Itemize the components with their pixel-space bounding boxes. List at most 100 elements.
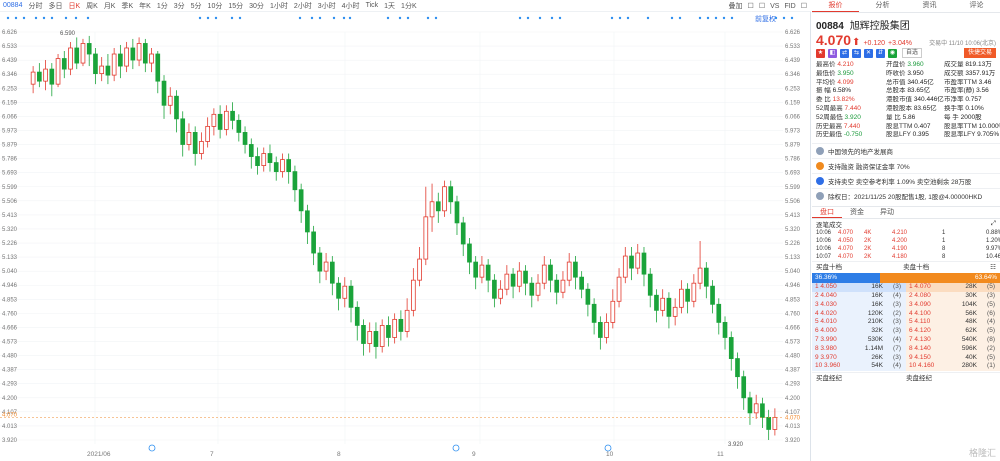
period-周K[interactable]: 周K <box>86 1 98 11</box>
tab-分析[interactable]: 分析 <box>859 0 906 12</box>
toolbar-right-item[interactable]: ☐ <box>748 2 754 10</box>
stat-item: 换手率 0.10% <box>944 105 1000 114</box>
book-row[interactable]: 4 4.100 56K (6) <box>906 309 1000 319</box>
book-orders: (7) <box>893 344 901 352</box>
stat-item: 股息LFY 0.395 <box>886 131 944 140</box>
margin-icon[interactable]: ⇆ <box>852 48 861 58</box>
stat-item: 总市值 340.45亿 <box>886 79 944 88</box>
stat-value: 7.440 <box>843 122 861 130</box>
stat-label: 52周最低 <box>816 113 845 121</box>
flag-icon[interactable]: ★ <box>816 48 825 58</box>
toolbar-code[interactable]: 00884 <box>3 2 22 9</box>
candle-body <box>118 53 123 67</box>
book-row[interactable]: 1 4.070 28K (5) <box>906 283 1000 292</box>
ask-levels: 1 4.070 28K (5) 2 4.080 30K (3) 3 4.090 104K (5)… <box>906 283 1000 372</box>
book-price: 4 4.020 <box>815 309 837 317</box>
note-text: 除权日：2021/11/25 20股配售1股, 1股@4.00000HKD <box>828 194 983 202</box>
share-icon[interactable]: ⇄ <box>840 48 849 58</box>
follow-button[interactable]: 自选 <box>902 48 923 58</box>
stat-item: 开盘价 3.960 <box>886 61 944 70</box>
chart-icon[interactable]: ◧ <box>828 48 837 58</box>
tab-报价[interactable]: 报价 <box>812 0 859 12</box>
event-marker-icon <box>730 16 734 20</box>
event-marker-icon <box>86 16 90 20</box>
toolbar-right-item[interactable]: ☐ <box>759 2 765 10</box>
period-1小时[interactable]: 1小时 <box>270 1 288 11</box>
book-row[interactable]: 9 3.970 26K (3) <box>812 353 906 363</box>
candle-body <box>55 58 61 85</box>
book-row[interactable]: 3 4.090 104K (5) <box>906 300 1000 310</box>
stat-item: 昨收价 3.950 <box>886 70 944 79</box>
candle-body <box>666 297 672 317</box>
candle-body <box>485 264 491 281</box>
stat-item: 最低价 3.950 <box>816 70 886 79</box>
book-settings-icon[interactable]: ☷ <box>990 262 996 273</box>
book-row[interactable]: 6 4.120 62K (5) <box>906 327 1000 336</box>
y-tick-left: 4.946 <box>2 283 18 289</box>
period-15分[interactable]: 15分 <box>228 1 243 11</box>
candle-body <box>697 267 703 284</box>
period-10分[interactable]: 10分 <box>208 1 223 11</box>
candle-body <box>604 321 609 338</box>
book-row[interactable]: 5 4.110 48K (4) <box>906 318 1000 328</box>
period-多日[interactable]: 多日 <box>48 1 62 11</box>
stock-note[interactable]: 支持卖空 卖空参考利率 1.09% 卖空池剩余 28万股 <box>812 173 1000 188</box>
candle-body <box>373 331 379 347</box>
toolbar-right-item[interactable]: FID <box>784 3 795 10</box>
book-price: 9 3.970 <box>815 353 837 361</box>
period-3分[interactable]: 3分 <box>174 1 185 11</box>
period-4小时[interactable]: 4小时 <box>342 1 360 11</box>
adjust-select-2[interactable]: 1分K <box>401 1 417 11</box>
subtab-盘口[interactable]: 盘口 <box>812 207 842 219</box>
book-row[interactable]: 7 4.130 540K (8) <box>906 335 1000 345</box>
book-orders: (3) <box>987 291 995 299</box>
period-1分[interactable]: 1分 <box>157 1 168 11</box>
book-row[interactable]: 8 4.140 596K (2) <box>906 344 1000 354</box>
toolbar-right-item[interactable]: VS <box>770 3 779 10</box>
book-row[interactable]: 10 4.160 280K (1) <box>906 362 1000 372</box>
quick-trade-button[interactable]: 快捷交易 <box>963 48 996 58</box>
y-tick-left: 5.693 <box>2 171 18 177</box>
candlestick-chart[interactable]: 6.626 6.626 6.533 6.533 6.439 6.439 6.346 6.346… <box>0 12 811 461</box>
toolbar-right-item[interactable]: 叠加 <box>729 1 743 11</box>
book-row[interactable]: 9 4.150 40K (5) <box>906 353 1000 363</box>
short-icon[interactable]: ✕ <box>864 48 873 58</box>
book-row[interactable]: 7 3.990 530K (4) <box>812 335 906 345</box>
period-5分[interactable]: 5分 <box>191 1 202 11</box>
period-30分[interactable]: 30分 <box>249 1 264 11</box>
subtab-资金[interactable]: 资金 <box>842 207 872 218</box>
hk-connect-icon[interactable]: ⇵ <box>876 48 885 58</box>
broker-ask-title: 卖盘经纪 <box>906 375 932 383</box>
stock-note[interactable]: 除权日：2021/11/25 20股配售1股, 1股@4.00000HKD <box>812 188 1000 203</box>
event-marker-icon <box>298 16 302 20</box>
expand-icon[interactable]: ⤢ <box>991 220 996 228</box>
period-季K[interactable]: 季K <box>121 1 133 11</box>
book-row[interactable]: 3 4.030 16K (3) <box>812 300 906 310</box>
toolbar-right-item[interactable]: ☐ <box>801 2 807 10</box>
book-row[interactable]: 5 4.010 210K (3) <box>812 318 906 328</box>
y-tick-right: 4.013 <box>785 424 801 430</box>
book-row[interactable]: 4 4.020 120K (2) <box>812 309 906 319</box>
book-row[interactable]: 2 4.080 30K (3) <box>906 291 1000 301</box>
period-Tick[interactable]: Tick <box>366 2 379 9</box>
period-2小时[interactable]: 2小时 <box>294 1 312 11</box>
candle-body <box>679 288 684 308</box>
stock-note[interactable]: 中国领先的地产发展商 <box>812 143 1000 158</box>
book-qty: 540K <box>961 335 977 343</box>
tab-评论[interactable]: 评论 <box>953 0 1000 12</box>
period-日K[interactable]: 日K <box>68 1 80 11</box>
book-row[interactable]: 6 4.000 32K (3) <box>812 327 906 336</box>
period-3小时[interactable]: 3小时 <box>318 1 336 11</box>
stock-note[interactable]: 支持融资 融资保证金率 70% <box>812 158 1000 173</box>
tab-资讯[interactable]: 资讯 <box>906 0 953 12</box>
period-分时[interactable]: 分时 <box>28 1 42 11</box>
book-row[interactable]: 8 3.980 1.14M (7) <box>812 344 906 354</box>
option-icon[interactable]: ◉ <box>888 48 897 58</box>
period-年K[interactable]: 年K <box>139 1 151 11</box>
book-row[interactable]: 10 3.960 54K (4) <box>812 362 906 372</box>
book-row[interactable]: 1 4.050 16K (3) <box>812 283 906 292</box>
subtab-异动[interactable]: 异动 <box>872 207 902 218</box>
book-row[interactable]: 2 4.040 16K (4) <box>812 291 906 301</box>
period-月K[interactable]: 月K <box>104 1 116 11</box>
adjust-select[interactable]: 1天 <box>384 1 395 11</box>
